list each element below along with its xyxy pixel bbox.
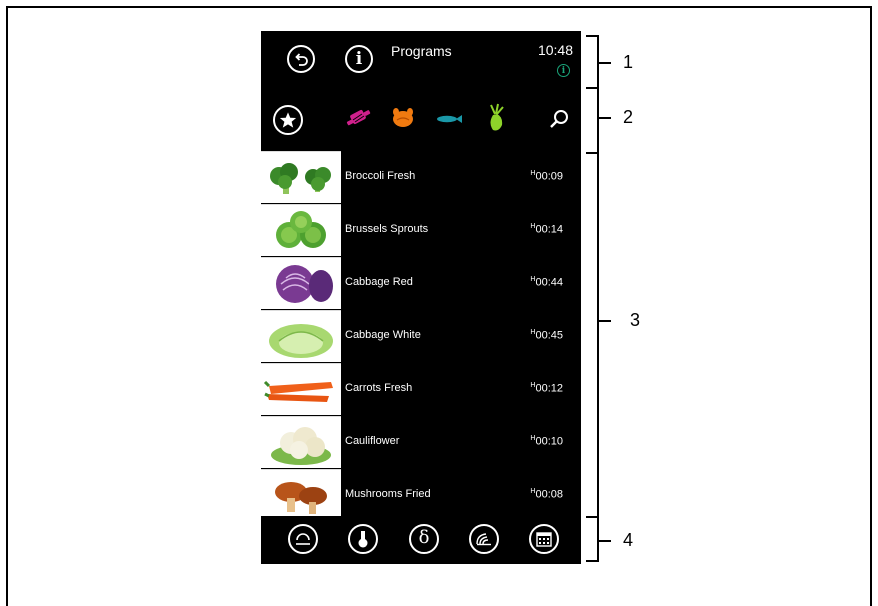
favorites-button[interactable] xyxy=(273,105,303,135)
program-name: Broccoli Fresh xyxy=(345,170,416,182)
steam-mode-icon xyxy=(476,533,491,546)
home-mode-button[interactable] xyxy=(288,524,318,554)
callout-3: 3 xyxy=(630,310,641,330)
list-item[interactable]: Cabbage Red H00:44 xyxy=(261,257,581,310)
program-name: Cabbage White xyxy=(345,329,421,341)
program-time: H00:08 xyxy=(530,488,563,501)
clock: 10:48 xyxy=(537,42,573,58)
program-name: Cauliflower xyxy=(345,435,400,447)
cauliflower-image xyxy=(261,416,341,468)
brussels-sprouts-image xyxy=(261,204,341,256)
program-list: Broccoli Fresh H00:09 Brussels Sprouts H… xyxy=(261,151,581,516)
list-item[interactable]: Brussels Sprouts H00:14 xyxy=(261,204,581,257)
info-button[interactable]: i xyxy=(345,45,373,73)
carrots-image xyxy=(261,363,341,415)
list-item[interactable]: Cabbage White H00:45 xyxy=(261,310,581,363)
back-icon xyxy=(295,53,308,66)
category-bar xyxy=(261,89,581,151)
page-title: Programs xyxy=(391,43,452,59)
back-button[interactable] xyxy=(287,45,315,73)
program-time: H00:12 xyxy=(530,382,563,395)
delta-mode-icon: δ xyxy=(418,527,430,548)
callout-1: 1 xyxy=(623,52,634,72)
list-item[interactable]: Broccoli Fresh H00:09 xyxy=(261,151,581,204)
info-icon: i xyxy=(355,48,363,69)
calendar-button[interactable] xyxy=(529,524,559,554)
program-time: H00:09 xyxy=(530,170,563,183)
mushrooms-image xyxy=(261,469,341,516)
mode-bar: δ xyxy=(261,516,581,564)
fish-icon[interactable] xyxy=(435,113,463,125)
vegetable-icon[interactable] xyxy=(485,103,507,133)
header-bar: i Programs 10:48 i xyxy=(261,31,581,89)
info-small-icon[interactable]: i xyxy=(557,64,570,77)
program-time: H00:10 xyxy=(530,435,563,448)
program-name: Brussels Sprouts xyxy=(345,223,429,235)
callout-4: 4 xyxy=(623,530,634,550)
poultry-icon[interactable] xyxy=(390,106,416,130)
list-item[interactable]: Mushrooms Fried H00:08 xyxy=(261,469,581,516)
device-screen: i Programs 10:48 i Broccoli Fresh H00:09… xyxy=(261,31,581,564)
callout-2: 2 xyxy=(623,107,634,127)
red-cabbage-image xyxy=(261,257,341,309)
home-mode-icon xyxy=(296,533,310,545)
program-name: Mushrooms Fried xyxy=(345,488,431,500)
steam-mode-button[interactable] xyxy=(469,524,499,554)
meat-icon[interactable] xyxy=(344,108,374,130)
program-time: H00:14 xyxy=(530,223,563,236)
temperature-mode-button[interactable] xyxy=(348,524,378,554)
program-time: H00:45 xyxy=(530,329,563,342)
white-cabbage-image xyxy=(261,310,341,362)
list-item[interactable]: Cauliflower H00:10 xyxy=(261,416,581,469)
program-name: Cabbage Red xyxy=(345,276,413,288)
broccoli-image xyxy=(261,151,341,203)
search-icon[interactable] xyxy=(548,108,570,130)
favorites-star-icon xyxy=(279,112,297,128)
calendar-icon xyxy=(536,532,552,547)
program-time: H00:44 xyxy=(530,276,563,289)
program-name: Carrots Fresh xyxy=(345,382,413,394)
temperature-mode-icon xyxy=(358,531,368,548)
delta-mode-button[interactable]: δ xyxy=(409,524,439,554)
list-item[interactable]: Carrots Fresh H00:12 xyxy=(261,363,581,416)
